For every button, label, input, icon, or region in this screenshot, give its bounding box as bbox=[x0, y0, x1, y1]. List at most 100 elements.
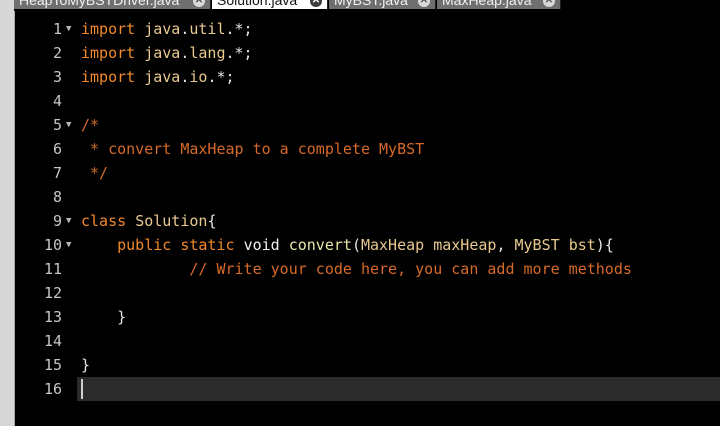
line-number: 4 bbox=[52, 92, 62, 110]
code-token: .*; bbox=[225, 44, 253, 62]
code-text[interactable]: // Write your code here, you can add mor… bbox=[81, 257, 632, 281]
code-token: java bbox=[144, 44, 181, 62]
close-icon[interactable]: ✕ bbox=[310, 0, 322, 7]
line-number: 11 bbox=[43, 260, 62, 278]
code-token: ){ bbox=[595, 236, 614, 254]
code-token: class bbox=[81, 212, 127, 230]
code-token: lang bbox=[189, 44, 226, 62]
close-icon[interactable]: ✕ bbox=[418, 0, 430, 7]
code-line[interactable]: 3 import java.io.*; bbox=[15, 65, 720, 89]
code-text[interactable]: import java.lang.*; bbox=[81, 41, 253, 65]
line-number: 6 bbox=[52, 140, 62, 158]
close-icon[interactable]: ✕ bbox=[193, 0, 205, 7]
code-token: bst bbox=[568, 236, 596, 254]
code-line[interactable]: 1 ▼ import java.util.*; bbox=[15, 17, 720, 41]
code-text[interactable]: } bbox=[81, 305, 126, 329]
tab-solution[interactable]: Solution.java ✕ bbox=[212, 0, 328, 9]
line-number: 13 bbox=[43, 308, 62, 326]
code-token: MyBST bbox=[514, 236, 560, 254]
code-text[interactable]: /* bbox=[81, 113, 99, 137]
code-token: /* bbox=[81, 116, 100, 134]
code-token: */ bbox=[81, 164, 109, 182]
line-number: 16 bbox=[43, 380, 62, 398]
code-line[interactable]: 4 bbox=[15, 89, 720, 113]
close-icon[interactable]: ✕ bbox=[543, 0, 555, 7]
line-number: 9 bbox=[52, 212, 62, 230]
tab-label: MyBST.java bbox=[334, 0, 408, 8]
code-line[interactable]: 11 // Write your code here, you can add … bbox=[15, 257, 720, 281]
fold-arrow-icon[interactable]: ▼ bbox=[66, 113, 71, 137]
code-line[interactable]: 5 ▼ /* bbox=[15, 113, 720, 137]
code-text[interactable]: import java.util.*; bbox=[81, 17, 253, 41]
code-token: } bbox=[81, 308, 127, 326]
code-token: , bbox=[496, 236, 515, 254]
tab-maxheap[interactable]: MaxHeap.java ✕ bbox=[437, 0, 561, 9]
code-token: import bbox=[81, 20, 136, 38]
tab-label: MaxHeap.java bbox=[442, 0, 532, 8]
code-token: .*; bbox=[207, 68, 235, 86]
code-line[interactable]: 7 */ bbox=[15, 161, 720, 185]
line-number: 1 bbox=[52, 20, 62, 38]
code-token: Solution bbox=[135, 212, 208, 230]
code-token: io bbox=[189, 68, 208, 86]
code-token: void bbox=[243, 236, 280, 254]
code-lines[interactable]: 1 ▼ import java.util.*; 2 import java.lang.*… bbox=[15, 17, 720, 401]
code-line[interactable]: 13 } bbox=[15, 305, 720, 329]
code-text[interactable]: public static void convert(MaxHeap maxHe… bbox=[81, 233, 614, 257]
code-token: ( bbox=[351, 236, 361, 254]
code-token: maxHeap bbox=[433, 236, 497, 254]
tab-mybst[interactable]: MyBST.java ✕ bbox=[329, 0, 436, 9]
line-number: 3 bbox=[52, 68, 62, 86]
code-token: convert bbox=[288, 236, 352, 254]
code-line[interactable]: 10 ▼ public static void convert(MaxHeap m… bbox=[15, 233, 720, 257]
code-token: import bbox=[81, 44, 136, 62]
code-token: } bbox=[81, 356, 91, 374]
tab-label: HeapToMyBSTDriver.java bbox=[19, 0, 180, 8]
code-line[interactable]: 2 import java.lang.*; bbox=[15, 41, 720, 65]
code-text[interactable]: } bbox=[81, 353, 90, 377]
code-line[interactable]: 16 bbox=[15, 377, 720, 401]
tab-label: Solution.java bbox=[217, 0, 298, 8]
code-text[interactable]: import java.io.*; bbox=[81, 65, 235, 89]
code-text[interactable]: */ bbox=[81, 161, 108, 185]
code-token: java bbox=[144, 68, 181, 86]
code-token: { bbox=[207, 212, 217, 230]
code-line[interactable]: 14 bbox=[15, 329, 720, 353]
code-token: import bbox=[81, 68, 136, 86]
code-text[interactable]: * convert MaxHeap to a complete MyBST bbox=[81, 137, 424, 161]
line-number: 14 bbox=[43, 332, 62, 350]
line-number: 10 bbox=[43, 236, 62, 254]
code-token: static bbox=[180, 236, 235, 254]
code-token: public bbox=[117, 236, 172, 254]
line-number: 12 bbox=[43, 284, 62, 302]
line-number: 8 bbox=[52, 188, 62, 206]
tab-heap-to-mybst-driver[interactable]: HeapToMyBSTDriver.java ✕ bbox=[14, 0, 211, 9]
code-text[interactable]: class Solution{ bbox=[81, 209, 216, 233]
line-number: 7 bbox=[52, 164, 62, 182]
tab-bar: HeapToMyBSTDriver.java ✕ Solution.java ✕… bbox=[14, 0, 720, 11]
code-token: util bbox=[189, 20, 226, 38]
code-token: // Write your code here, you can add mor… bbox=[189, 260, 632, 278]
code-token: java bbox=[144, 20, 181, 38]
line-number: 15 bbox=[43, 356, 62, 374]
code-line[interactable]: 9 ▼ class Solution{ bbox=[15, 209, 720, 233]
code-line[interactable]: 12 bbox=[15, 281, 720, 305]
fold-arrow-icon[interactable]: ▼ bbox=[66, 209, 71, 233]
code-token: MaxHeap bbox=[360, 236, 425, 254]
code-line[interactable]: 8 bbox=[15, 185, 720, 209]
code-editor[interactable]: 1 ▼ import java.util.*; 2 import java.lang.*… bbox=[15, 11, 720, 426]
code-line[interactable]: 6 * convert MaxHeap to a complete MyBST bbox=[15, 137, 720, 161]
fold-arrow-icon[interactable]: ▼ bbox=[66, 17, 71, 41]
fold-arrow-icon[interactable]: ▼ bbox=[66, 233, 71, 257]
code-token: * convert MaxHeap to a complete MyBST bbox=[81, 140, 425, 158]
line-number: 2 bbox=[52, 44, 62, 62]
code-line[interactable]: 15} bbox=[15, 353, 720, 377]
